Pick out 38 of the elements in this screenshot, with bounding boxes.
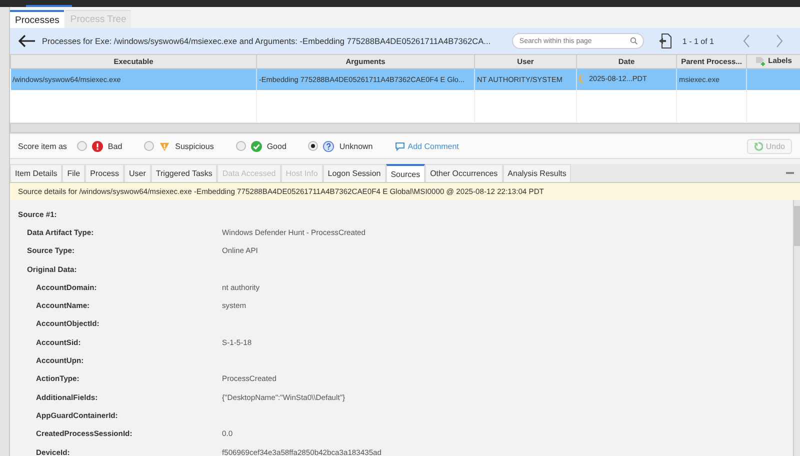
- horizontal-scrollbar[interactable]: [10, 123, 800, 133]
- radio-button[interactable]: [308, 141, 318, 151]
- score-option-label[interactable]: Unknown: [339, 142, 373, 150]
- table-cell: [746, 68, 800, 90]
- search-icon: [630, 37, 638, 45]
- page-range: 1 - 1 of 1: [682, 36, 714, 46]
- page-title: Processes for Exe: /windows/syswow64/msiexec.exe and Arguments: -Embedding 775288BA4DE05261711A4B7362CA...: [42, 36, 492, 46]
- radio-button[interactable]: [76, 141, 87, 151]
- question-icon: [323, 140, 334, 152]
- warning-icon: [159, 140, 170, 152]
- radio-button[interactable]: [144, 141, 154, 151]
- undo-icon: [754, 142, 763, 150]
- export-icon[interactable]: [658, 33, 672, 49]
- detail-tab[interactable]: File: [62, 164, 86, 182]
- back-arrow-icon[interactable]: [18, 34, 36, 48]
- view-tab[interactable]: Processes: [10, 10, 64, 28]
- score-label: Score item as: [18, 142, 67, 150]
- next-page-icon[interactable]: [774, 34, 784, 48]
- detail-tab[interactable]: Other Occurrences: [425, 164, 503, 182]
- exclamation-icon: [92, 140, 103, 152]
- detail-tab[interactable]: Process: [85, 164, 124, 182]
- radio-button[interactable]: [236, 141, 246, 151]
- check-icon: [250, 140, 262, 152]
- previous-page-icon[interactable]: [742, 34, 752, 48]
- score-option-label[interactable]: Suspicious: [175, 142, 214, 150]
- detail-tab[interactable]: User: [124, 164, 151, 182]
- score-option-label[interactable]: Good: [266, 142, 286, 150]
- detail-tab[interactable]: Analysis Results: [502, 164, 572, 182]
- moon-icon: [579, 74, 586, 83]
- detail-tab[interactable]: Sources: [386, 164, 426, 182]
- minimize-icon[interactable]: [786, 172, 794, 174]
- comment-icon: [394, 142, 405, 150]
- detail-tab[interactable]: Logon Session: [322, 164, 386, 182]
- detail-tab[interactable]: Item Details: [10, 164, 62, 182]
- detail-tab[interactable]: Triggered Tasks: [150, 164, 218, 182]
- score-option-label[interactable]: Bad: [108, 142, 122, 150]
- tag-plus-icon: [755, 56, 766, 66]
- vertical-scrollbar[interactable]: [793, 200, 800, 456]
